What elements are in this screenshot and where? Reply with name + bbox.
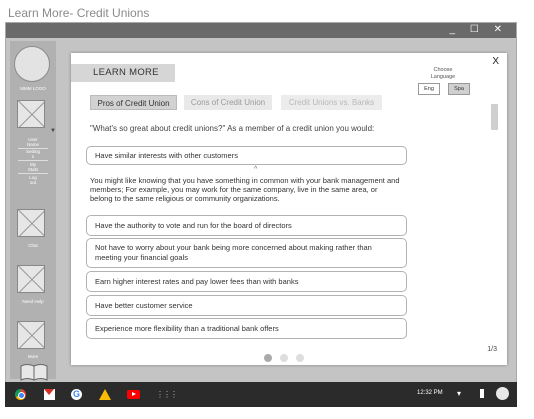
wifi-icon[interactable]: ▾: [457, 389, 461, 398]
window-titlebar: _ ☐ ✕: [6, 23, 516, 38]
accordion-item[interactable]: Not have to worry about your bank being …: [86, 238, 407, 268]
profile-user-label[interactable]: User Name: [10, 137, 56, 147]
page-indicator: 1/3: [487, 346, 497, 353]
profile-settings-label[interactable]: Setting s: [10, 149, 56, 159]
divider: [18, 160, 48, 161]
apps-grid-icon[interactable]: ⋮⋮⋮: [156, 389, 178, 400]
pagination-dots: [264, 349, 312, 367]
accordion-item[interactable]: Have the authority to vote and run for t…: [86, 215, 407, 236]
chevron-up-icon[interactable]: ^: [254, 166, 257, 173]
more-label: More: [27, 354, 39, 359]
sidebar: MMM LOGO ▼ User Name Setting s My Stats Log…: [10, 41, 56, 381]
tab-vs-banks[interactable]: Credit Unions vs. Banks: [281, 95, 382, 110]
page-dot[interactable]: [264, 354, 272, 362]
page-dot[interactable]: [296, 354, 304, 362]
youtube-icon[interactable]: [127, 390, 140, 399]
accordion-expanded-text: You might like knowing that you have som…: [90, 176, 400, 203]
intro-text: "What's so great about credit unions?" A…: [90, 124, 375, 133]
clock[interactable]: 12:32 PM: [417, 390, 443, 396]
profile-logout-label[interactable]: Log out: [10, 175, 56, 185]
accordion-item[interactable]: Have better customer service: [86, 295, 407, 316]
accordion-item-label: Not have to worry about your bank being …: [95, 243, 372, 262]
page-dot[interactable]: [280, 354, 288, 362]
window-controls[interactable]: _ ☐ ✕: [450, 24, 508, 35]
more-icon[interactable]: [17, 321, 45, 349]
language-label: Choose Language: [430, 67, 456, 80]
tab-pros[interactable]: Pros of Credit Union: [90, 95, 177, 110]
accordion-item-label: Earn higher interest rates and pay lower…: [95, 277, 299, 286]
language-spa-button[interactable]: Spa: [448, 83, 470, 95]
modal-title: LEARN MORE: [71, 64, 175, 82]
help-label: Need Help: [22, 299, 44, 304]
divider: [18, 173, 48, 174]
tab-cons[interactable]: Cons of Credit Union: [184, 95, 272, 110]
taskbar: G ⋮⋮⋮ 12:32 PM ▾: [5, 382, 517, 407]
chevron-down-icon[interactable]: ▼: [50, 128, 56, 134]
logo-label: MMM LOGO: [20, 86, 46, 91]
learn-more-modal: LEARN MORE X Choose Language Eng Spa Pro…: [71, 53, 507, 365]
gmail-icon[interactable]: [44, 389, 55, 400]
scrollbar-thumb[interactable]: [491, 104, 498, 130]
page-title: Learn More- Credit Unions: [8, 6, 150, 20]
profile-avatar[interactable]: [17, 100, 45, 128]
battery-icon[interactable]: [480, 389, 484, 398]
language-eng-button[interactable]: Eng: [418, 83, 440, 95]
help-icon[interactable]: [17, 265, 45, 293]
accordion-item-label: Experience more flexibility than a tradi…: [95, 324, 279, 333]
logo-icon: [14, 46, 50, 82]
close-button[interactable]: X: [492, 56, 499, 67]
profile-stats-label[interactable]: My Stats: [10, 162, 56, 172]
book-icon[interactable]: [20, 363, 48, 381]
account-avatar[interactable]: [496, 387, 509, 400]
accordion-item[interactable]: Experience more flexibility than a tradi…: [86, 318, 407, 339]
accordion-item-label: Have the authority to vote and run for t…: [95, 221, 292, 230]
chat-icon[interactable]: [17, 209, 45, 237]
accordion-item[interactable]: Have similar interests with other custom…: [86, 146, 407, 165]
chrome-icon[interactable]: [15, 389, 26, 400]
accordion-item-label: Have better customer service: [95, 301, 193, 310]
google-icon[interactable]: G: [71, 389, 82, 400]
accordion-item[interactable]: Earn higher interest rates and pay lower…: [86, 271, 407, 292]
chat-label: Chat: [28, 243, 38, 248]
drive-icon[interactable]: [99, 389, 111, 400]
accordion-item-label: Have similar interests with other custom…: [95, 151, 238, 160]
